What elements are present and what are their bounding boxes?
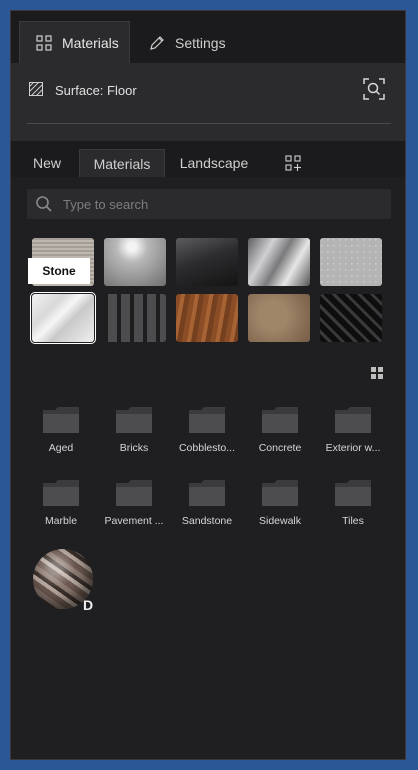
folder-tiles[interactable]: Tiles: [318, 479, 388, 527]
folder-label: Exterior w...: [325, 442, 381, 454]
folder-icon: [189, 407, 225, 433]
folder-icon: [335, 407, 371, 433]
folder-sidewalk[interactable]: Sidewalk: [245, 479, 315, 527]
folder-label: Cobblesto...: [178, 442, 236, 454]
folder-label: Aged: [48, 442, 74, 454]
folder-cobblestone[interactable]: Cobblesto...: [172, 406, 242, 454]
folder-icon: [116, 407, 152, 433]
surface-header: Surface: Floor: [11, 63, 405, 153]
folder-exterior-wall[interactable]: Exterior w...: [318, 406, 388, 454]
folder-concrete[interactable]: Concrete: [245, 406, 315, 454]
folder-label: Sandstone: [181, 515, 233, 527]
folder-pavement[interactable]: Pavement ...: [99, 479, 169, 527]
surface-hatch-icon: [29, 82, 43, 96]
material-thumb-sand[interactable]: [248, 294, 310, 342]
folder-icon: [335, 480, 371, 506]
folder-icon: [43, 480, 79, 506]
folder-sandstone[interactable]: Sandstone: [172, 479, 242, 527]
folder-aged[interactable]: Aged: [26, 406, 96, 454]
material-tooltip: Stone: [28, 258, 90, 284]
material-thumb-marble[interactable]: [30, 292, 96, 344]
material-badge: D: [83, 597, 94, 613]
material-source-tabs: New Materials Landscape: [11, 141, 405, 177]
folder-icon: [189, 480, 225, 506]
material-thumb-stucco[interactable]: [320, 238, 382, 286]
tab-landscape[interactable]: Landscape: [171, 149, 257, 177]
search-input[interactable]: [61, 195, 365, 213]
folder-label: Bricks: [119, 442, 149, 454]
tab-materials[interactable]: Materials: [19, 21, 130, 64]
folder-icon: [262, 407, 298, 433]
folder-label: Marble: [44, 515, 78, 527]
search-bar: [27, 189, 391, 219]
material-thumb-roof-tiles[interactable]: [104, 294, 166, 342]
folder-marble[interactable]: Marble: [26, 479, 96, 527]
folder-icon: [116, 480, 152, 506]
top-tab-bar: Materials Settings: [11, 11, 405, 64]
grid-view-icon[interactable]: [371, 367, 383, 379]
folder-label: Concrete: [258, 442, 302, 454]
tab-landscape-label: Landscape: [179, 155, 249, 171]
material-thumb-glossy-gray[interactable]: [104, 238, 166, 286]
tab-materials-library-label: Materials: [93, 155, 151, 172]
scan-search-icon[interactable]: [363, 78, 385, 100]
folder-icon: [43, 407, 79, 433]
material-thumb-wood[interactable]: [176, 294, 238, 342]
material-thumb-dark-weave[interactable]: [320, 294, 382, 342]
add-tab-button[interactable]: [281, 149, 305, 177]
folder-label: Tiles: [342, 515, 364, 527]
tab-settings-label: Settings: [175, 34, 226, 51]
surface-label: Surface: Floor: [55, 83, 137, 98]
material-thumb-dark-glass[interactable]: [176, 238, 238, 286]
folder-label: Pavement ...: [104, 515, 164, 527]
search-icon: [36, 196, 52, 212]
pencil-icon: [150, 35, 164, 50]
tab-new[interactable]: New: [23, 149, 71, 177]
add-grid-icon: [285, 155, 301, 171]
grid-icon: [36, 35, 52, 51]
tab-materials-label: Materials: [62, 35, 119, 51]
tab-materials-library[interactable]: Materials: [79, 149, 165, 177]
tab-new-label: New: [32, 155, 61, 171]
materials-panel: Materials Settings Surface: Floor New Ma…: [10, 10, 406, 760]
surface-divider: [27, 123, 391, 124]
tab-settings[interactable]: Settings: [133, 21, 243, 64]
folder-icon: [262, 480, 298, 506]
material-thumb-brushed-metal[interactable]: [248, 238, 310, 286]
folder-label: Sidewalk: [258, 515, 302, 527]
folder-bricks[interactable]: Bricks: [99, 406, 169, 454]
